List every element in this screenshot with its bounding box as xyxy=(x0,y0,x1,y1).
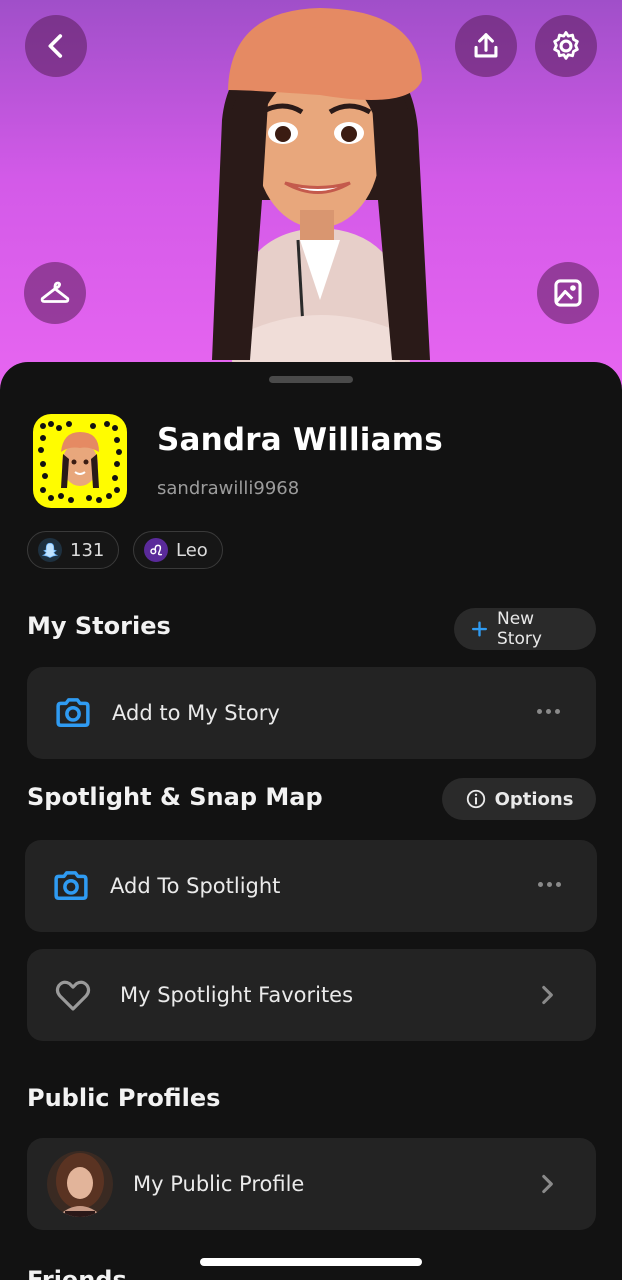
background-button[interactable] xyxy=(537,262,599,324)
hanger-icon xyxy=(40,281,70,303)
options-label: Options xyxy=(494,788,574,810)
settings-button[interactable] xyxy=(535,15,597,77)
add-to-spotlight-label: Add To Spotlight xyxy=(110,874,281,898)
upload-icon xyxy=(474,33,498,58)
home-indicator[interactable] xyxy=(200,1258,422,1266)
add-to-spotlight-card[interactable]: Add To Spotlight xyxy=(25,840,597,932)
leo-zodiac-icon xyxy=(144,538,168,562)
new-story-button[interactable]: New Story xyxy=(454,608,596,650)
zodiac-label: Leo xyxy=(176,539,208,561)
gear-icon xyxy=(553,31,579,60)
more-options-icon[interactable] xyxy=(537,709,560,714)
add-to-my-story-label: Add to My Story xyxy=(112,701,280,725)
spotlight-favorites-card[interactable]: My Spotlight Favorites xyxy=(27,949,596,1041)
zodiac-pill[interactable]: Leo xyxy=(133,531,223,569)
share-button[interactable] xyxy=(455,15,517,77)
new-story-label: New Story xyxy=(497,609,542,649)
snapscore-icon xyxy=(38,538,62,562)
chevron-right-icon xyxy=(542,1174,553,1194)
my-public-profile-card[interactable]: My Public Profile xyxy=(27,1138,596,1230)
more-options-icon[interactable] xyxy=(538,882,561,887)
snapscore-pill[interactable]: 131 xyxy=(27,531,119,569)
back-button[interactable] xyxy=(25,15,87,77)
my-stories-title: My Stories xyxy=(27,612,171,640)
heart-icon xyxy=(55,980,91,1011)
info-icon xyxy=(466,789,485,809)
snapcode[interactable] xyxy=(33,414,127,508)
options-button[interactable]: Options xyxy=(442,778,596,820)
display-name: Sandra Williams xyxy=(157,422,443,458)
camera-icon xyxy=(54,871,88,900)
snapcode-pattern xyxy=(38,421,122,503)
bitmoji-header xyxy=(0,0,622,400)
chevron-right-icon xyxy=(542,985,553,1005)
username: sandrawilli9968 xyxy=(157,478,300,499)
spotlight-title: Spotlight & Snap Map xyxy=(27,783,323,811)
snapscore-value: 131 xyxy=(70,539,105,561)
image-frame-icon xyxy=(554,279,582,307)
outfit-button[interactable] xyxy=(24,262,86,324)
chevron-left-icon xyxy=(48,34,63,58)
add-to-my-story-card[interactable]: Add to My Story xyxy=(27,667,596,759)
spotlight-favorites-label: My Spotlight Favorites xyxy=(120,983,354,1007)
bitmoji-avatar xyxy=(212,8,430,363)
sheet-grabber[interactable] xyxy=(269,376,353,383)
plus-icon xyxy=(471,621,488,637)
public-profiles-title: Public Profiles xyxy=(27,1084,221,1112)
my-public-profile-label: My Public Profile xyxy=(133,1172,305,1196)
profile-sheet: Sandra Williams sandrawilli9968 131 Leo … xyxy=(0,362,622,1280)
camera-icon xyxy=(56,698,90,727)
avatar xyxy=(47,1151,113,1217)
friends-title: Friends xyxy=(27,1268,127,1280)
